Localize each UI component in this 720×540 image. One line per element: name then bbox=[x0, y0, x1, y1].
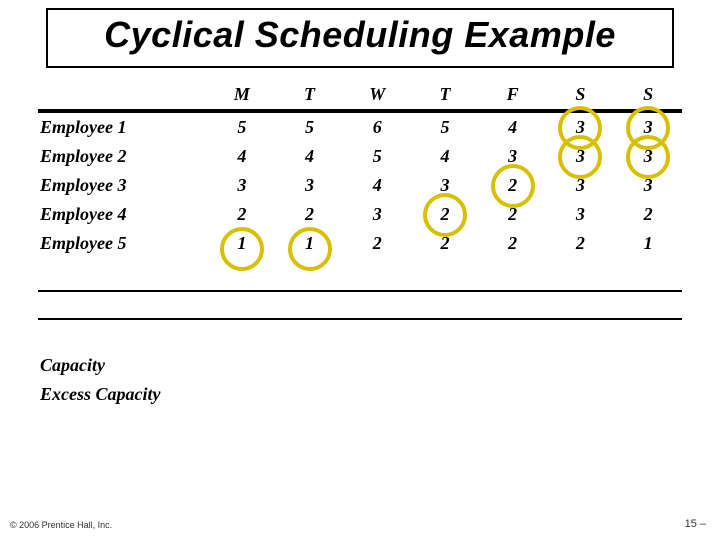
excess-capacity-label: Excess Capacity bbox=[38, 380, 208, 409]
row-label: Employee 1 bbox=[38, 111, 208, 142]
cell: 5 bbox=[411, 111, 479, 142]
capacity-row: Capacity bbox=[38, 351, 682, 380]
slide: Cyclical Scheduling Example M T W T F S … bbox=[0, 0, 720, 540]
excess-capacity-row: Excess Capacity bbox=[38, 380, 682, 409]
cell: 2 bbox=[411, 229, 479, 268]
table-row: Employee 24454333 bbox=[38, 142, 682, 171]
cell: 3 bbox=[411, 171, 479, 200]
table-row: Employee 51122221 bbox=[38, 229, 682, 268]
cell: 3 bbox=[614, 171, 682, 200]
col-header: W bbox=[343, 80, 411, 111]
col-header: S bbox=[547, 80, 615, 111]
cell: 3 bbox=[614, 142, 682, 171]
table-row: Employee 33343233 bbox=[38, 171, 682, 200]
cell: 2 bbox=[479, 171, 547, 200]
cell: 3 bbox=[343, 200, 411, 229]
cell: 5 bbox=[343, 142, 411, 171]
cell: 3 bbox=[547, 200, 615, 229]
cell: 2 bbox=[547, 229, 615, 268]
title-box: Cyclical Scheduling Example bbox=[46, 8, 674, 68]
table-row: Employee 42232232 bbox=[38, 200, 682, 229]
cell: 5 bbox=[208, 111, 276, 142]
schedule-table: M T W T F S S Employee 15565433Employee … bbox=[38, 80, 682, 409]
cell: 4 bbox=[208, 142, 276, 171]
row-label: Employee 4 bbox=[38, 200, 208, 229]
row-label: Employee 2 bbox=[38, 142, 208, 171]
cell: 1 bbox=[614, 229, 682, 268]
cell: 6 bbox=[343, 111, 411, 142]
cell: 3 bbox=[276, 171, 344, 200]
cell: 4 bbox=[479, 111, 547, 142]
header-row: M T W T F S S bbox=[38, 80, 682, 111]
cell: 4 bbox=[343, 171, 411, 200]
cell: 3 bbox=[208, 171, 276, 200]
col-header: T bbox=[276, 80, 344, 111]
cell: 4 bbox=[276, 142, 344, 171]
page-number: 15 – bbox=[685, 518, 706, 530]
col-header: S bbox=[614, 80, 682, 111]
cell: 1 bbox=[276, 229, 344, 268]
row-label: Employee 3 bbox=[38, 171, 208, 200]
page-title: Cyclical Scheduling Example bbox=[58, 14, 662, 56]
cell: 2 bbox=[411, 200, 479, 229]
cell: 3 bbox=[479, 142, 547, 171]
cell: 3 bbox=[547, 142, 615, 171]
col-header: T bbox=[411, 80, 479, 111]
cell: 2 bbox=[208, 200, 276, 229]
header-blank bbox=[38, 80, 208, 111]
data-body: Employee 15565433Employee 24454333Employ… bbox=[38, 111, 682, 268]
cell: 3 bbox=[614, 111, 682, 142]
cell: 2 bbox=[276, 200, 344, 229]
cell: 3 bbox=[547, 171, 615, 200]
capacity-label: Capacity bbox=[38, 351, 208, 380]
highlight-circle-icon bbox=[288, 227, 332, 271]
cell: 5 bbox=[276, 111, 344, 142]
cell: 2 bbox=[479, 229, 547, 268]
cell: 2 bbox=[479, 200, 547, 229]
highlight-circle-icon bbox=[220, 227, 264, 271]
table-row: Employee 15565433 bbox=[38, 111, 682, 142]
col-header: M bbox=[208, 80, 276, 111]
cell: 1 bbox=[208, 229, 276, 268]
col-header: F bbox=[479, 80, 547, 111]
copyright: © 2006 Prentice Hall, Inc. bbox=[10, 520, 112, 530]
cell: 4 bbox=[411, 142, 479, 171]
schedule-table-wrapper: M T W T F S S Employee 15565433Employee … bbox=[38, 80, 682, 409]
cell: 2 bbox=[343, 229, 411, 268]
row-label: Employee 5 bbox=[38, 229, 208, 268]
cell: 2 bbox=[614, 200, 682, 229]
cell: 3 bbox=[547, 111, 615, 142]
